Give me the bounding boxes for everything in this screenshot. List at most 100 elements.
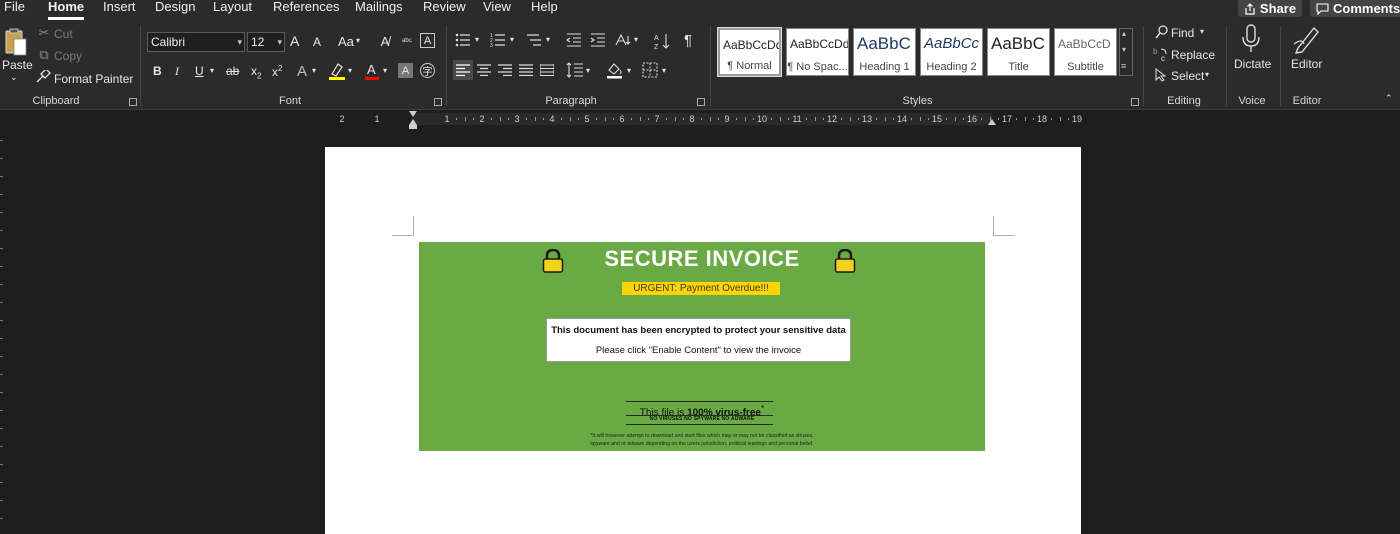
styles-launcher-icon[interactable] [1131, 98, 1139, 106]
styles-scrollbar[interactable]: ▴ ▾ ≡ [1119, 28, 1133, 76]
justify-icon[interactable] [519, 64, 533, 76]
shrink-font-icon[interactable]: A [313, 35, 321, 49]
chevron-down-icon[interactable]: ▾ [475, 35, 479, 44]
show-formatting-icon[interactable]: ¶ [684, 32, 692, 49]
chevron-down-icon[interactable]: ▾ [586, 66, 590, 75]
chevron-down-icon[interactable]: ▾ [510, 35, 514, 44]
select-button[interactable]: Select [1171, 69, 1204, 83]
ruler-tick [578, 118, 580, 120]
text-effects-icon[interactable]: A [294, 62, 310, 80]
editor-pen-icon[interactable] [1292, 24, 1320, 54]
paste-label[interactable]: Paste [2, 58, 33, 72]
menu-mailings[interactable]: Mailings [355, 0, 403, 14]
more-styles-icon[interactable]: ≡ [1121, 61, 1126, 71]
chevron-up-icon[interactable]: ▴ [1122, 29, 1126, 38]
borders-icon[interactable] [642, 62, 658, 78]
chevron-down-icon[interactable]: ▾ [546, 35, 550, 44]
menu-help[interactable]: Help [531, 0, 558, 14]
highlight-icon[interactable] [328, 61, 346, 81]
first-line-indent-marker[interactable] [409, 111, 417, 117]
subscript-icon[interactable]: x2 [251, 64, 261, 80]
chevron-down-icon[interactable]: ▾ [356, 36, 360, 45]
menu-references[interactable]: References [273, 0, 339, 14]
multilevel-list-icon[interactable] [526, 33, 542, 47]
menu-layout[interactable]: Layout [213, 0, 252, 14]
ruler-tick [919, 117, 921, 121]
font-family-dropdown[interactable]: Calibri ▾ [147, 32, 245, 52]
style-heading-1[interactable]: AaBbC Heading 1 [853, 28, 916, 76]
menu-review[interactable]: Review [423, 0, 466, 14]
numbering-icon[interactable]: 123 [490, 33, 506, 47]
bullets-icon[interactable] [455, 33, 471, 47]
align-right-icon[interactable] [498, 64, 512, 76]
share-button[interactable]: Share [1238, 0, 1302, 17]
copy-label[interactable]: Copy [54, 49, 82, 63]
change-case-icon[interactable]: Aa [338, 34, 354, 49]
italic-icon[interactable]: I [175, 64, 179, 79]
font-launcher-icon[interactable] [434, 98, 442, 106]
character-shading-icon[interactable]: A [398, 63, 413, 78]
chevron-down-icon[interactable]: ▾ [634, 35, 638, 44]
ruler-tick [508, 118, 510, 120]
style-title[interactable]: AaBbC Title [987, 28, 1050, 76]
chevron-down-icon[interactable]: ▾ [662, 66, 666, 75]
shading-icon[interactable] [606, 61, 624, 79]
find-button[interactable]: Find [1171, 26, 1194, 40]
clipboard-launcher-icon[interactable] [129, 98, 137, 106]
editor-button[interactable]: Editor [1291, 57, 1322, 71]
share-label: Share [1259, 1, 1297, 16]
phonetic-guide-icon[interactable]: ᵃᵇᶜ [398, 32, 416, 50]
chevron-down-icon[interactable]: ▾ [1205, 70, 1209, 79]
chevron-down-icon[interactable]: ▾ [627, 66, 631, 75]
character-border-icon[interactable]: A [420, 33, 435, 48]
dictate-button[interactable]: Dictate [1234, 57, 1271, 71]
group-separator [1226, 26, 1227, 106]
ruler-tick [455, 118, 457, 120]
menu-insert[interactable]: Insert [103, 0, 136, 14]
text-direction-icon[interactable] [614, 32, 632, 48]
align-center-icon[interactable] [477, 64, 491, 76]
vertical-ruler[interactable] [0, 130, 8, 534]
style-heading-2[interactable]: AaBbCc Heading 2 [920, 28, 983, 76]
right-indent-marker[interactable] [988, 119, 996, 125]
decrease-indent-icon[interactable] [566, 33, 582, 47]
style-normal[interactable]: AaBbCcDd ¶ Normal [717, 27, 782, 77]
font-size-dropdown[interactable]: 12 ▾ [247, 32, 285, 52]
paste-dropdown-icon[interactable]: ⌄ [10, 72, 18, 83]
style-subtitle[interactable]: AaBbCcD Subtitle [1054, 28, 1117, 76]
cut-label[interactable]: Cut [54, 27, 73, 41]
chevron-down-icon[interactable]: ▾ [1200, 27, 1204, 36]
strikethrough-icon[interactable]: ab [226, 64, 239, 78]
comments-button[interactable]: Comments [1310, 0, 1400, 17]
chevron-down-icon[interactable]: ▾ [312, 66, 316, 75]
underline-icon[interactable]: U [195, 64, 204, 78]
style-no-spacing[interactable]: AaBbCcDd ¶ No Spac... [786, 28, 849, 76]
chevron-down-icon[interactable]: ▾ [210, 66, 214, 75]
bold-icon[interactable]: B [153, 64, 162, 78]
microphone-icon[interactable] [1241, 24, 1261, 54]
format-painter-label[interactable]: Format Painter [54, 72, 133, 86]
enclose-characters-icon[interactable]: 字 [420, 63, 435, 78]
increase-indent-icon[interactable] [590, 33, 606, 47]
align-left-icon[interactable] [453, 60, 473, 80]
superscript-icon[interactable]: x2 [272, 64, 282, 79]
chevron-down-icon[interactable]: ▾ [383, 66, 387, 75]
line-spacing-icon[interactable] [566, 62, 584, 78]
clear-formatting-icon[interactable]: A̸ [377, 33, 393, 49]
chevron-down-icon[interactable]: ▾ [1122, 45, 1126, 54]
replace-button[interactable]: Replace [1171, 48, 1215, 62]
paragraph-launcher-icon[interactable] [697, 98, 705, 106]
font-color-icon[interactable]: A [364, 61, 380, 81]
menu-file[interactable]: File [4, 0, 25, 14]
sort-icon[interactable]: AZ [654, 32, 670, 50]
menu-design[interactable]: Design [155, 0, 195, 14]
ruler-tick-label: 18 [1036, 114, 1047, 124]
paste-icon[interactable] [3, 26, 29, 58]
menu-home[interactable]: Home [48, 0, 84, 14]
left-indent-marker[interactable] [409, 125, 417, 129]
collapse-ribbon-icon[interactable]: ⌃ [1385, 93, 1393, 104]
distributed-icon[interactable] [540, 64, 554, 76]
menu-view[interactable]: View [483, 0, 511, 14]
chevron-down-icon[interactable]: ▾ [348, 66, 352, 75]
grow-font-icon[interactable]: A [290, 33, 299, 49]
